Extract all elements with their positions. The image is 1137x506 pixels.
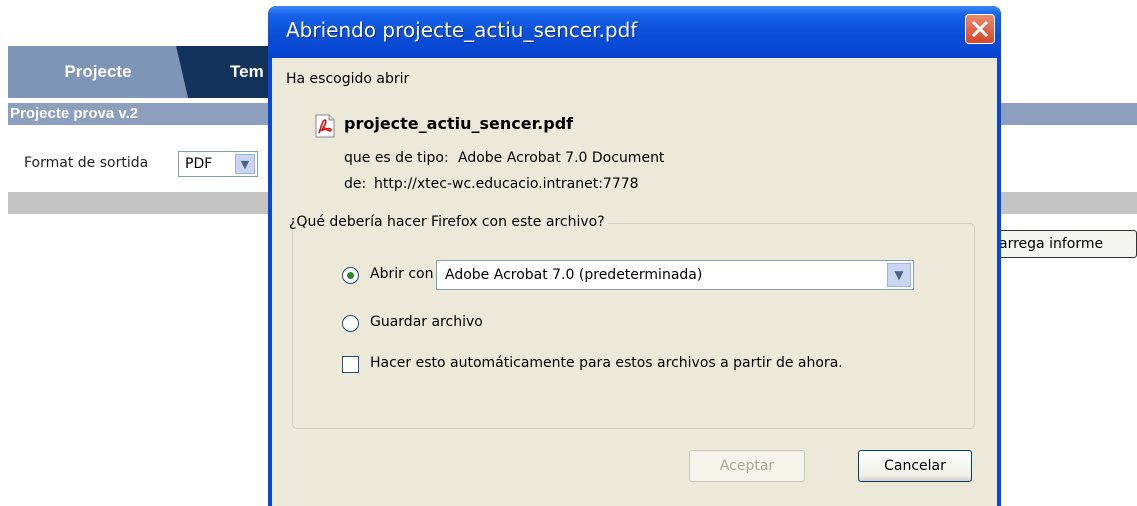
close-icon <box>971 20 989 38</box>
open-with-radio[interactable] <box>342 267 359 284</box>
file-source-url: http://xtec-wc.educacio.intranet:7778 <box>374 176 639 192</box>
auto-action-label[interactable]: Hacer esto automáticamente para estos ar… <box>370 355 843 371</box>
pdf-file-icon <box>315 114 335 138</box>
open-with-label[interactable]: Abrir con <box>370 266 433 282</box>
project-title: Projecte prova v.2 <box>10 105 139 122</box>
chosen-label: Ha escogido abrir <box>286 71 410 87</box>
tab-projecte[interactable]: Projecte <box>8 46 188 98</box>
dialog-body: Ha escogido abrir projecte_actiu_sencer.… <box>272 58 997 506</box>
accept-button[interactable]: Aceptar <box>689 450 805 482</box>
chevron-down-icon[interactable]: ▼ <box>887 263 911 287</box>
save-file-text: Guardar archivo <box>370 314 483 330</box>
tab-label: Tem <box>230 62 264 81</box>
save-file-label[interactable]: Guardar archivo <box>370 314 483 330</box>
tab-label: Projecte <box>64 62 132 81</box>
chevron-down-icon[interactable]: ▼ <box>235 154 255 174</box>
file-name: projecte_actiu_sencer.pdf <box>344 114 574 133</box>
close-button[interactable] <box>965 14 995 44</box>
dialog-titlebar[interactable]: Abriendo projecte_actiu_sencer.pdf <box>268 6 1001 58</box>
dialog-title: Abriendo projecte_actiu_sencer.pdf <box>286 18 638 42</box>
file-source-label: de: <box>344 176 367 192</box>
action-question: ¿Qué debería hacer Firefox con este arch… <box>286 214 608 230</box>
open-with-app: Adobe Acrobat 7.0 (predeterminada) <box>445 267 703 283</box>
open-with-app-select[interactable]: Adobe Acrobat 7.0 (predeterminada) ▼ <box>436 260 914 290</box>
file-type-value: Adobe Acrobat 7.0 Document <box>458 150 665 166</box>
format-select[interactable]: PDF ▼ <box>178 151 258 177</box>
save-file-radio[interactable] <box>342 315 359 332</box>
format-value: PDF <box>185 156 213 172</box>
auto-action-checkbox[interactable] <box>342 356 359 373</box>
open-with-text: Abrir con <box>370 266 434 282</box>
open-file-dialog: Abriendo projecte_actiu_sencer.pdf Ha es… <box>268 6 1001 506</box>
file-type-label: que es de tipo: <box>344 150 449 166</box>
format-label: Format de sortida <box>24 155 149 171</box>
cancel-button[interactable]: Cancelar <box>858 450 972 482</box>
load-report-button[interactable]: arrega informe <box>990 230 1137 258</box>
